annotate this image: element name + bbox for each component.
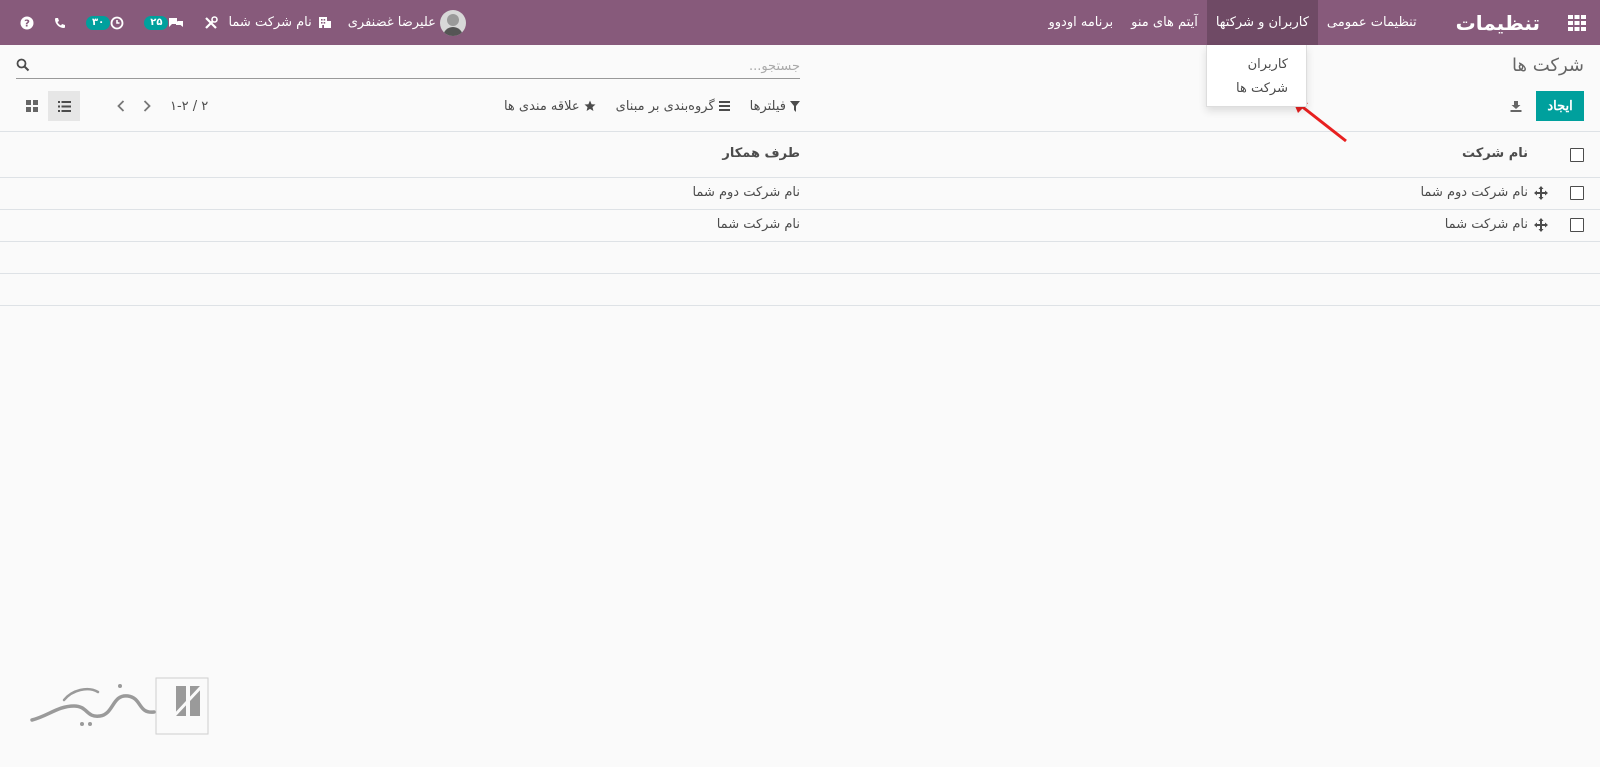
svg-text:?: ? (24, 18, 30, 29)
empty-row (0, 274, 1600, 306)
user-menu[interactable]: علیرضا غضنفری (347, 9, 466, 36)
activity-clock-icon (110, 16, 124, 29)
chevron-left-icon (117, 100, 125, 112)
messaging-menu[interactable]: ۲۵ (144, 15, 184, 30)
main-menu: تنظیمات عمومی کاربران و شرکتها آیتم های … (1039, 0, 1425, 45)
chevron-right-icon (143, 100, 151, 112)
column-header-partner[interactable]: طرف همکار (722, 146, 800, 161)
filters-label: فیلترها (749, 98, 786, 114)
drag-handle-icon[interactable] (1534, 186, 1548, 200)
debug-tools-button[interactable] (204, 15, 219, 30)
phone-icon (55, 17, 65, 28)
kanban-view-button[interactable] (16, 91, 48, 121)
tools-icon (205, 15, 219, 29)
cell-company-name: نام شرکت شما (1444, 217, 1528, 232)
download-icon (1510, 101, 1522, 112)
favorites-label: علاقه مندی ها (503, 98, 580, 114)
navbar-main: تنظیمات تنظیمات عمومی کاربران و شرکتها آ… (1039, 0, 1600, 45)
row-checkbox[interactable] (1570, 218, 1584, 232)
dropdown-item-companies[interactable]: شرکت ها (1207, 77, 1306, 101)
favorites-toggle[interactable]: علاقه مندی ها (504, 99, 596, 114)
select-all-checkbox[interactable] (1570, 148, 1584, 162)
search-options: فیلترها گروه‌بندی بر مبنای علاقه مندی ها (504, 96, 800, 116)
table-row[interactable]: نام شرکت شما نام شرکت شما (0, 210, 1600, 242)
row-checkbox[interactable] (1570, 186, 1584, 200)
breadcrumb: شرکت ها (1512, 55, 1584, 76)
pager: ۱-۲ / ۲ (108, 96, 208, 116)
help-icon: ? (20, 16, 34, 29)
apps-menu-icon[interactable] (1554, 0, 1600, 45)
help-button[interactable]: ? (20, 16, 34, 30)
companies-list: نام شرکت طرف همکار نام شرکت دوم شما نام … (0, 131, 1600, 306)
building-icon (318, 17, 331, 28)
users-companies-dropdown: کاربران شرکت ها (1206, 45, 1307, 107)
top-navbar: تنظیمات تنظیمات عمومی کاربران و شرکتها آ… (0, 0, 1600, 45)
filter-icon (790, 100, 800, 112)
th-large-icon (26, 100, 38, 112)
groupby-label: گروه‌بندی بر مبنای (615, 98, 715, 114)
list-view-button[interactable] (48, 91, 80, 121)
star-icon (584, 100, 596, 111)
user-name: علیرضا غضنفری (347, 15, 436, 30)
chat-icon (169, 17, 184, 27)
pager-next-button[interactable] (134, 96, 160, 116)
company-name: نام شرکت شما (228, 15, 312, 30)
menu-general-settings[interactable]: تنظیمات عمومی (1318, 0, 1426, 45)
view-switcher (16, 91, 80, 121)
watermark-logo (30, 677, 209, 735)
menu-menu-items[interactable]: آیتم های منو (1122, 0, 1207, 45)
import-button[interactable] (1506, 97, 1526, 115)
empty-row (0, 242, 1600, 274)
cell-partner: نام شرکت دوم شما (692, 185, 800, 200)
menu-odoo-app[interactable]: برنامه اودوو (1039, 0, 1122, 45)
list-header: نام شرکت طرف همکار (0, 131, 1600, 178)
activities-badge: ۳۰ (86, 15, 111, 30)
search-bar (16, 55, 800, 79)
drag-handle-icon[interactable] (1534, 218, 1548, 232)
filters-toggle[interactable]: فیلترها (750, 99, 800, 114)
cell-partner: نام شرکت شما (716, 217, 800, 232)
search-icon[interactable] (16, 58, 30, 72)
menu-users-companies[interactable]: کاربران و شرکتها (1206, 0, 1318, 45)
create-button[interactable]: ایجاد (1536, 91, 1584, 121)
column-header-name[interactable]: نام شرکت (1462, 146, 1528, 161)
voip-button[interactable] (54, 17, 66, 29)
app-brand[interactable]: تنظیمات (1456, 11, 1540, 35)
table-row[interactable]: نام شرکت دوم شما نام شرکت دوم شما (0, 178, 1600, 210)
dropdown-item-users[interactable]: کاربران (1207, 53, 1306, 77)
search-input[interactable] (40, 55, 800, 77)
list-icon (57, 100, 71, 112)
messages-badge: ۲۵ (144, 15, 169, 30)
navbar-systray: علیرضا غضنفری نام شرکت شما ۲۵ ۳۰ ? (0, 0, 466, 45)
groupby-toggle[interactable]: گروه‌بندی بر مبنای (616, 99, 730, 114)
activity-menu[interactable]: ۳۰ (86, 15, 124, 30)
company-switcher[interactable]: نام شرکت شما (228, 15, 331, 30)
cell-company-name: نام شرکت دوم شما (1420, 185, 1528, 200)
avatar (439, 9, 466, 36)
bars-icon (718, 101, 730, 111)
pager-previous-button[interactable] (108, 96, 134, 116)
pager-value[interactable]: ۱-۲ / ۲ (170, 99, 208, 114)
